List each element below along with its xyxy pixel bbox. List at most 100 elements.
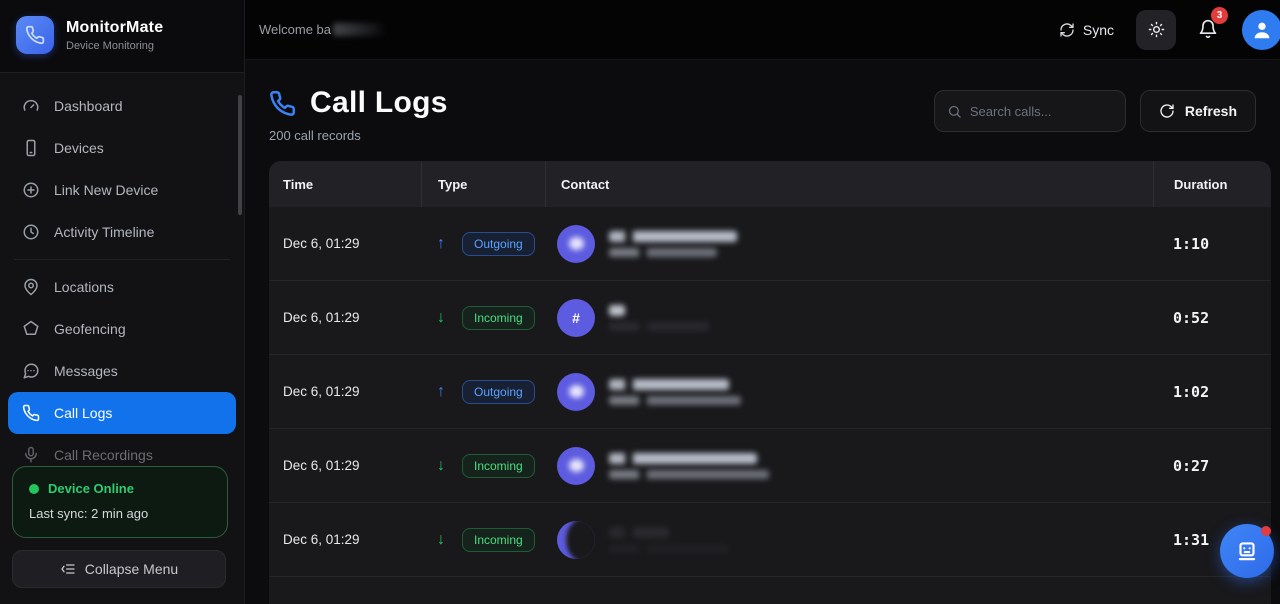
sidebar-item-messages[interactable]: Messages bbox=[8, 350, 236, 392]
search-calls-input[interactable] bbox=[970, 104, 1113, 119]
app-window: MonitorMate Device Monitoring Dashboard … bbox=[0, 0, 1280, 604]
contact-avatar bbox=[557, 447, 595, 485]
robot-icon bbox=[1234, 538, 1260, 564]
redacted-avatar-glyph bbox=[569, 533, 584, 546]
sidebar-item-label: Link New Device bbox=[54, 182, 158, 198]
contact-cell bbox=[545, 521, 1153, 559]
theme-toggle-button[interactable] bbox=[1136, 10, 1176, 50]
call-time: Dec 6, 01:29 bbox=[269, 236, 421, 251]
app-subtitle: Device Monitoring bbox=[66, 40, 163, 52]
sidebar-item-label: Call Logs bbox=[54, 405, 112, 421]
call-time: Dec 6, 01:29 bbox=[269, 458, 421, 473]
call-type-badge: Incoming bbox=[462, 454, 535, 478]
redacted-contact-name bbox=[609, 527, 729, 553]
direction-arrow-icon: ↓ bbox=[437, 531, 445, 549]
device-status-card: Device Online Last sync: 2 min ago bbox=[12, 466, 228, 538]
sidebar-item-devices[interactable]: Devices bbox=[8, 127, 236, 169]
call-duration: 0:27 bbox=[1153, 457, 1271, 475]
sidebar: MonitorMate Device Monitoring Dashboard … bbox=[0, 0, 245, 604]
sidebar-item-locations[interactable]: Locations bbox=[8, 266, 236, 308]
call-type-cell: ↓ Incoming bbox=[421, 454, 545, 478]
table-body: Dec 6, 01:29 ↑ Outgoing 1:10 Dec 6, 01:2… bbox=[269, 207, 1271, 577]
page-header: Call Logs 200 call records Refresh bbox=[245, 60, 1280, 157]
search-icon bbox=[947, 104, 962, 119]
contact-cell: # bbox=[545, 299, 1153, 337]
call-log-row[interactable]: Dec 6, 01:29 ↓ Incoming # 0:52 bbox=[269, 281, 1271, 355]
sidebar-item-label: Activity Timeline bbox=[54, 224, 154, 240]
call-log-row[interactable]: Dec 6, 01:29 ↑ Outgoing 1:02 bbox=[269, 355, 1271, 429]
notification-badge: 3 bbox=[1211, 7, 1228, 24]
pentagon-icon bbox=[22, 320, 40, 338]
call-duration: 1:02 bbox=[1153, 383, 1271, 401]
sidebar-item-label: Messages bbox=[54, 363, 118, 379]
sidebar-item-label: Locations bbox=[54, 279, 114, 295]
page-title: Call Logs bbox=[310, 86, 448, 120]
chatbot-fab-button[interactable] bbox=[1220, 524, 1274, 578]
user-icon bbox=[1251, 19, 1273, 41]
sidebar-item-label: Geofencing bbox=[54, 321, 126, 337]
call-logs-icon bbox=[269, 90, 296, 117]
sync-label: Sync bbox=[1083, 22, 1114, 38]
call-type-cell: ↑ Outgoing bbox=[421, 380, 545, 404]
user-avatar[interactable] bbox=[1242, 10, 1280, 50]
sidebar-item-activity-timeline[interactable]: Activity Timeline bbox=[8, 211, 236, 253]
call-time: Dec 6, 01:29 bbox=[269, 310, 421, 325]
message-icon bbox=[22, 362, 40, 380]
call-duration: 0:52 bbox=[1153, 309, 1271, 327]
smartphone-icon bbox=[22, 139, 40, 157]
refresh-label: Refresh bbox=[1185, 103, 1237, 119]
search-calls-box bbox=[934, 90, 1126, 132]
redacted-avatar-glyph bbox=[569, 237, 584, 250]
sun-icon bbox=[1148, 21, 1165, 38]
sync-button[interactable]: Sync bbox=[1059, 22, 1114, 38]
clock-icon bbox=[22, 223, 40, 241]
chatbot-alert-dot bbox=[1261, 526, 1271, 536]
sidebar-item-link-new-device[interactable]: Link New Device bbox=[8, 169, 236, 211]
sidebar-divider bbox=[14, 259, 230, 260]
sidebar-item-geofencing[interactable]: Geofencing bbox=[8, 308, 236, 350]
contact-avatar bbox=[557, 225, 595, 263]
column-header-contact: Contact bbox=[545, 161, 1153, 207]
call-type-cell: ↓ Incoming bbox=[421, 528, 545, 552]
call-type-badge: Outgoing bbox=[462, 232, 535, 256]
sidebar-scrollbar[interactable] bbox=[238, 95, 242, 215]
call-logs-table: Time Type Contact Duration Dec 6, 01:29 … bbox=[269, 161, 1271, 604]
redacted-contact-name bbox=[609, 453, 769, 479]
column-header-duration: Duration bbox=[1153, 161, 1271, 207]
column-header-time: Time bbox=[269, 161, 421, 207]
contact-avatar: # bbox=[557, 299, 595, 337]
refresh-button[interactable]: Refresh bbox=[1140, 90, 1256, 132]
direction-arrow-icon: ↓ bbox=[437, 309, 445, 327]
call-type-cell: ↑ Outgoing bbox=[421, 232, 545, 256]
app-title: MonitorMate bbox=[66, 19, 163, 37]
redacted-username bbox=[333, 23, 387, 36]
main-area: Welcome ba Sync 3 bbox=[245, 0, 1280, 604]
map-pin-icon bbox=[22, 278, 40, 296]
call-type-badge: Incoming bbox=[462, 528, 535, 552]
device-status-title: Device Online bbox=[48, 481, 134, 496]
contact-avatar bbox=[557, 373, 595, 411]
call-log-row[interactable]: Dec 6, 01:29 ↓ Incoming 0:27 bbox=[269, 429, 1271, 503]
redacted-avatar-glyph bbox=[569, 385, 584, 398]
call-time: Dec 6, 01:29 bbox=[269, 384, 421, 399]
redacted-contact-name bbox=[609, 305, 709, 331]
call-log-row[interactable]: Dec 6, 01:29 ↑ Outgoing 1:10 bbox=[269, 207, 1271, 281]
sidebar-item-call-logs[interactable]: Call Logs bbox=[8, 392, 236, 434]
redacted-contact-name bbox=[609, 231, 737, 257]
sidebar-item-dashboard[interactable]: Dashboard bbox=[8, 85, 236, 127]
app-logo: MonitorMate Device Monitoring bbox=[0, 0, 244, 73]
notifications-button[interactable]: 3 bbox=[1198, 19, 1220, 41]
collapse-menu-button[interactable]: Collapse Menu bbox=[12, 550, 226, 588]
record-count: 200 call records bbox=[269, 128, 448, 143]
sidebar-item-label: Devices bbox=[54, 140, 104, 156]
contact-cell bbox=[545, 447, 1153, 485]
direction-arrow-icon: ↑ bbox=[437, 235, 445, 253]
call-type-cell: ↓ Incoming bbox=[421, 306, 545, 330]
app-logo-icon bbox=[16, 16, 54, 54]
call-type-badge: Outgoing bbox=[462, 380, 535, 404]
call-log-row[interactable]: Dec 6, 01:29 ↓ Incoming 1:31 bbox=[269, 503, 1271, 577]
sync-icon bbox=[1059, 22, 1075, 38]
direction-arrow-icon: ↓ bbox=[437, 457, 445, 475]
collapse-menu-label: Collapse Menu bbox=[85, 561, 178, 577]
sidebar-item-label: Call Recordings bbox=[54, 447, 153, 463]
